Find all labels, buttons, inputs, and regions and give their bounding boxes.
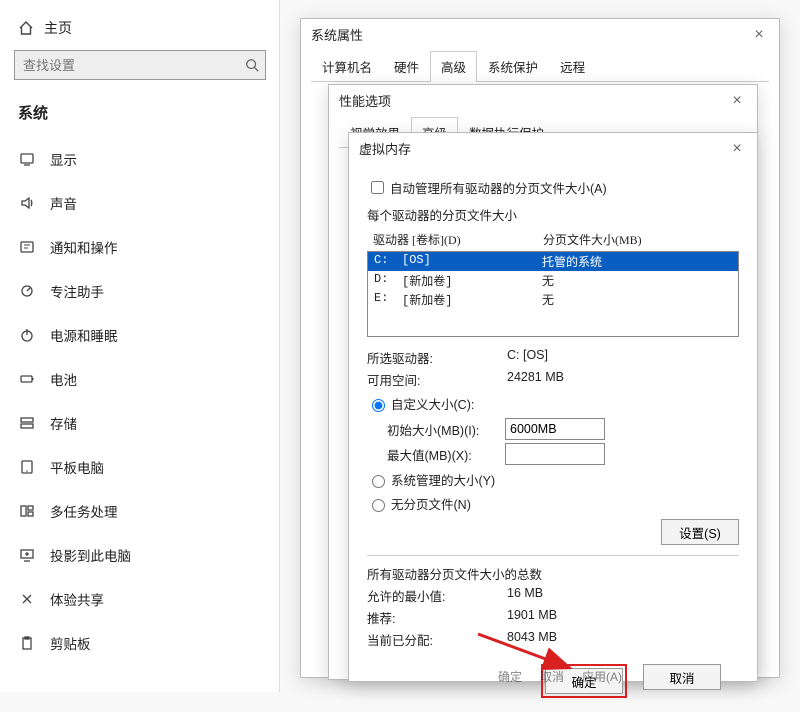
each-drive-label: 每个驱动器的分页文件大小 bbox=[367, 205, 739, 224]
home-icon bbox=[18, 20, 34, 36]
selected-drive-value: C: [OS] bbox=[507, 348, 739, 367]
power-icon bbox=[18, 326, 36, 344]
perf-title: 性能选项 bbox=[339, 91, 391, 110]
col-drive: 驱动器 [卷标](D) bbox=[373, 231, 543, 248]
tab-高级[interactable]: 高级 bbox=[430, 51, 477, 82]
tab-远程[interactable]: 远程 bbox=[549, 51, 596, 82]
sidebar-item-battery[interactable]: 电池 bbox=[0, 357, 280, 401]
multitask-icon bbox=[18, 502, 36, 520]
close-icon[interactable]: × bbox=[749, 26, 769, 44]
totals-title: 所有驱动器分页文件大小的总数 bbox=[367, 555, 739, 583]
project-icon bbox=[18, 546, 36, 564]
sidebar-item-label: 显示 bbox=[50, 149, 77, 169]
no-paging-radio[interactable] bbox=[372, 499, 385, 512]
custom-size-label: 自定义大小(C): bbox=[391, 394, 474, 413]
sidebar-item-focus[interactable]: 专注助手 bbox=[0, 269, 280, 313]
battery-icon bbox=[18, 370, 36, 388]
max-size-label: 最大值(MB)(X): bbox=[387, 445, 505, 464]
drive-list[interactable]: C:[OS]托管的系统D:[新加卷]无E:[新加卷]无 bbox=[367, 251, 739, 337]
clipboard-icon bbox=[18, 634, 36, 652]
rec-value: 1901 MB bbox=[507, 608, 739, 627]
underlying-ok: 确定 bbox=[498, 668, 522, 685]
home-label: 主页 bbox=[44, 18, 72, 38]
sidebar-item-storage[interactable]: 存储 bbox=[0, 401, 280, 445]
cur-value: 8043 MB bbox=[507, 630, 739, 649]
sidebar-item-sound[interactable]: 声音 bbox=[0, 181, 280, 225]
col-size: 分页文件大小(MB) bbox=[543, 231, 733, 248]
sound-icon bbox=[18, 194, 36, 212]
drive-row[interactable]: E:[新加卷]无 bbox=[368, 290, 738, 309]
underlying-apply: 应用(A) bbox=[582, 668, 622, 685]
panel-divider bbox=[279, 0, 280, 692]
sidebar-item-label: 多任务处理 bbox=[50, 501, 118, 521]
selected-drive-label: 所选驱动器: bbox=[367, 348, 507, 367]
drive-row[interactable]: C:[OS]托管的系统 bbox=[368, 252, 738, 271]
settings-sidebar: 主页 系统 显示声音通知和操作专注助手电源和睡眠电池存储平板电脑多任务处理投影到… bbox=[0, 0, 280, 692]
tab-硬件[interactable]: 硬件 bbox=[383, 51, 430, 82]
sidebar-item-clipboard[interactable]: 剪贴板 bbox=[0, 621, 280, 665]
search-icon bbox=[245, 58, 259, 72]
auto-manage-checkbox[interactable] bbox=[371, 181, 384, 194]
tab-系统保护[interactable]: 系统保护 bbox=[477, 51, 549, 82]
drive-row[interactable]: D:[新加卷]无 bbox=[368, 271, 738, 290]
auto-manage-label: 自动管理所有驱动器的分页文件大小(A) bbox=[390, 178, 607, 197]
sidebar-item-display[interactable]: 显示 bbox=[0, 137, 280, 181]
settings-search[interactable] bbox=[14, 50, 266, 80]
sidebar-item-label: 电池 bbox=[50, 369, 77, 389]
system-managed-label: 系统管理的大小(Y) bbox=[391, 470, 495, 489]
storage-icon bbox=[18, 414, 36, 432]
sidebar-item-tablet[interactable]: 平板电脑 bbox=[0, 445, 280, 489]
display-icon bbox=[18, 150, 36, 168]
tab-计算机名[interactable]: 计算机名 bbox=[311, 51, 383, 82]
vmem-title: 虚拟内存 bbox=[359, 139, 411, 158]
max-size-input[interactable] bbox=[505, 443, 605, 465]
sysprop-tabs: 计算机名硬件高级系统保护远程 bbox=[311, 50, 769, 82]
sidebar-item-label: 投影到此电脑 bbox=[50, 545, 131, 565]
sidebar-item-label: 电源和睡眠 bbox=[50, 325, 118, 345]
virtual-memory-dialog: 虚拟内存 × 自动管理所有驱动器的分页文件大小(A) 每个驱动器的分页文件大小 … bbox=[348, 132, 758, 682]
initial-size-label: 初始大小(MB)(I): bbox=[387, 420, 505, 439]
search-input[interactable] bbox=[21, 57, 245, 74]
focus-icon bbox=[18, 282, 36, 300]
sidebar-item-power[interactable]: 电源和睡眠 bbox=[0, 313, 280, 357]
min-label: 允许的最小值: bbox=[367, 586, 507, 605]
share-icon bbox=[18, 590, 36, 608]
sidebar-item-notification[interactable]: 通知和操作 bbox=[0, 225, 280, 269]
sidebar-item-project[interactable]: 投影到此电脑 bbox=[0, 533, 280, 577]
sidebar-item-label: 通知和操作 bbox=[50, 237, 118, 257]
set-button[interactable]: 设置(S) bbox=[661, 519, 739, 545]
sidebar-item-share[interactable]: 体验共享 bbox=[0, 577, 280, 621]
sidebar-item-label: 存储 bbox=[50, 413, 77, 433]
notification-icon bbox=[18, 238, 36, 256]
section-title: 系统 bbox=[0, 94, 280, 137]
tablet-icon bbox=[18, 458, 36, 476]
underlying-cancel: 取消 bbox=[540, 668, 564, 685]
cancel-button[interactable]: 取消 bbox=[643, 664, 721, 690]
sidebar-item-label: 体验共享 bbox=[50, 589, 104, 609]
sysprop-title: 系统属性 bbox=[311, 25, 363, 44]
sidebar-item-label: 平板电脑 bbox=[50, 457, 104, 477]
close-icon[interactable]: × bbox=[727, 92, 747, 110]
sidebar-item-label: 声音 bbox=[50, 193, 77, 213]
no-paging-label: 无分页文件(N) bbox=[391, 494, 471, 513]
system-managed-radio[interactable] bbox=[372, 475, 385, 488]
sidebar-item-multitask[interactable]: 多任务处理 bbox=[0, 489, 280, 533]
cur-label: 当前已分配: bbox=[367, 630, 507, 649]
close-icon[interactable]: × bbox=[727, 140, 747, 158]
home-link[interactable]: 主页 bbox=[0, 12, 280, 50]
free-space-label: 可用空间: bbox=[367, 370, 507, 389]
initial-size-input[interactable] bbox=[505, 418, 605, 440]
sidebar-item-label: 剪贴板 bbox=[50, 633, 91, 653]
sidebar-item-label: 专注助手 bbox=[50, 281, 104, 301]
min-value: 16 MB bbox=[507, 586, 739, 605]
custom-size-radio[interactable] bbox=[372, 399, 385, 412]
free-space-value: 24281 MB bbox=[507, 370, 739, 389]
rec-label: 推荐: bbox=[367, 608, 507, 627]
underlying-dialog-buttons: 确定 取消 应用(A) bbox=[498, 668, 622, 685]
